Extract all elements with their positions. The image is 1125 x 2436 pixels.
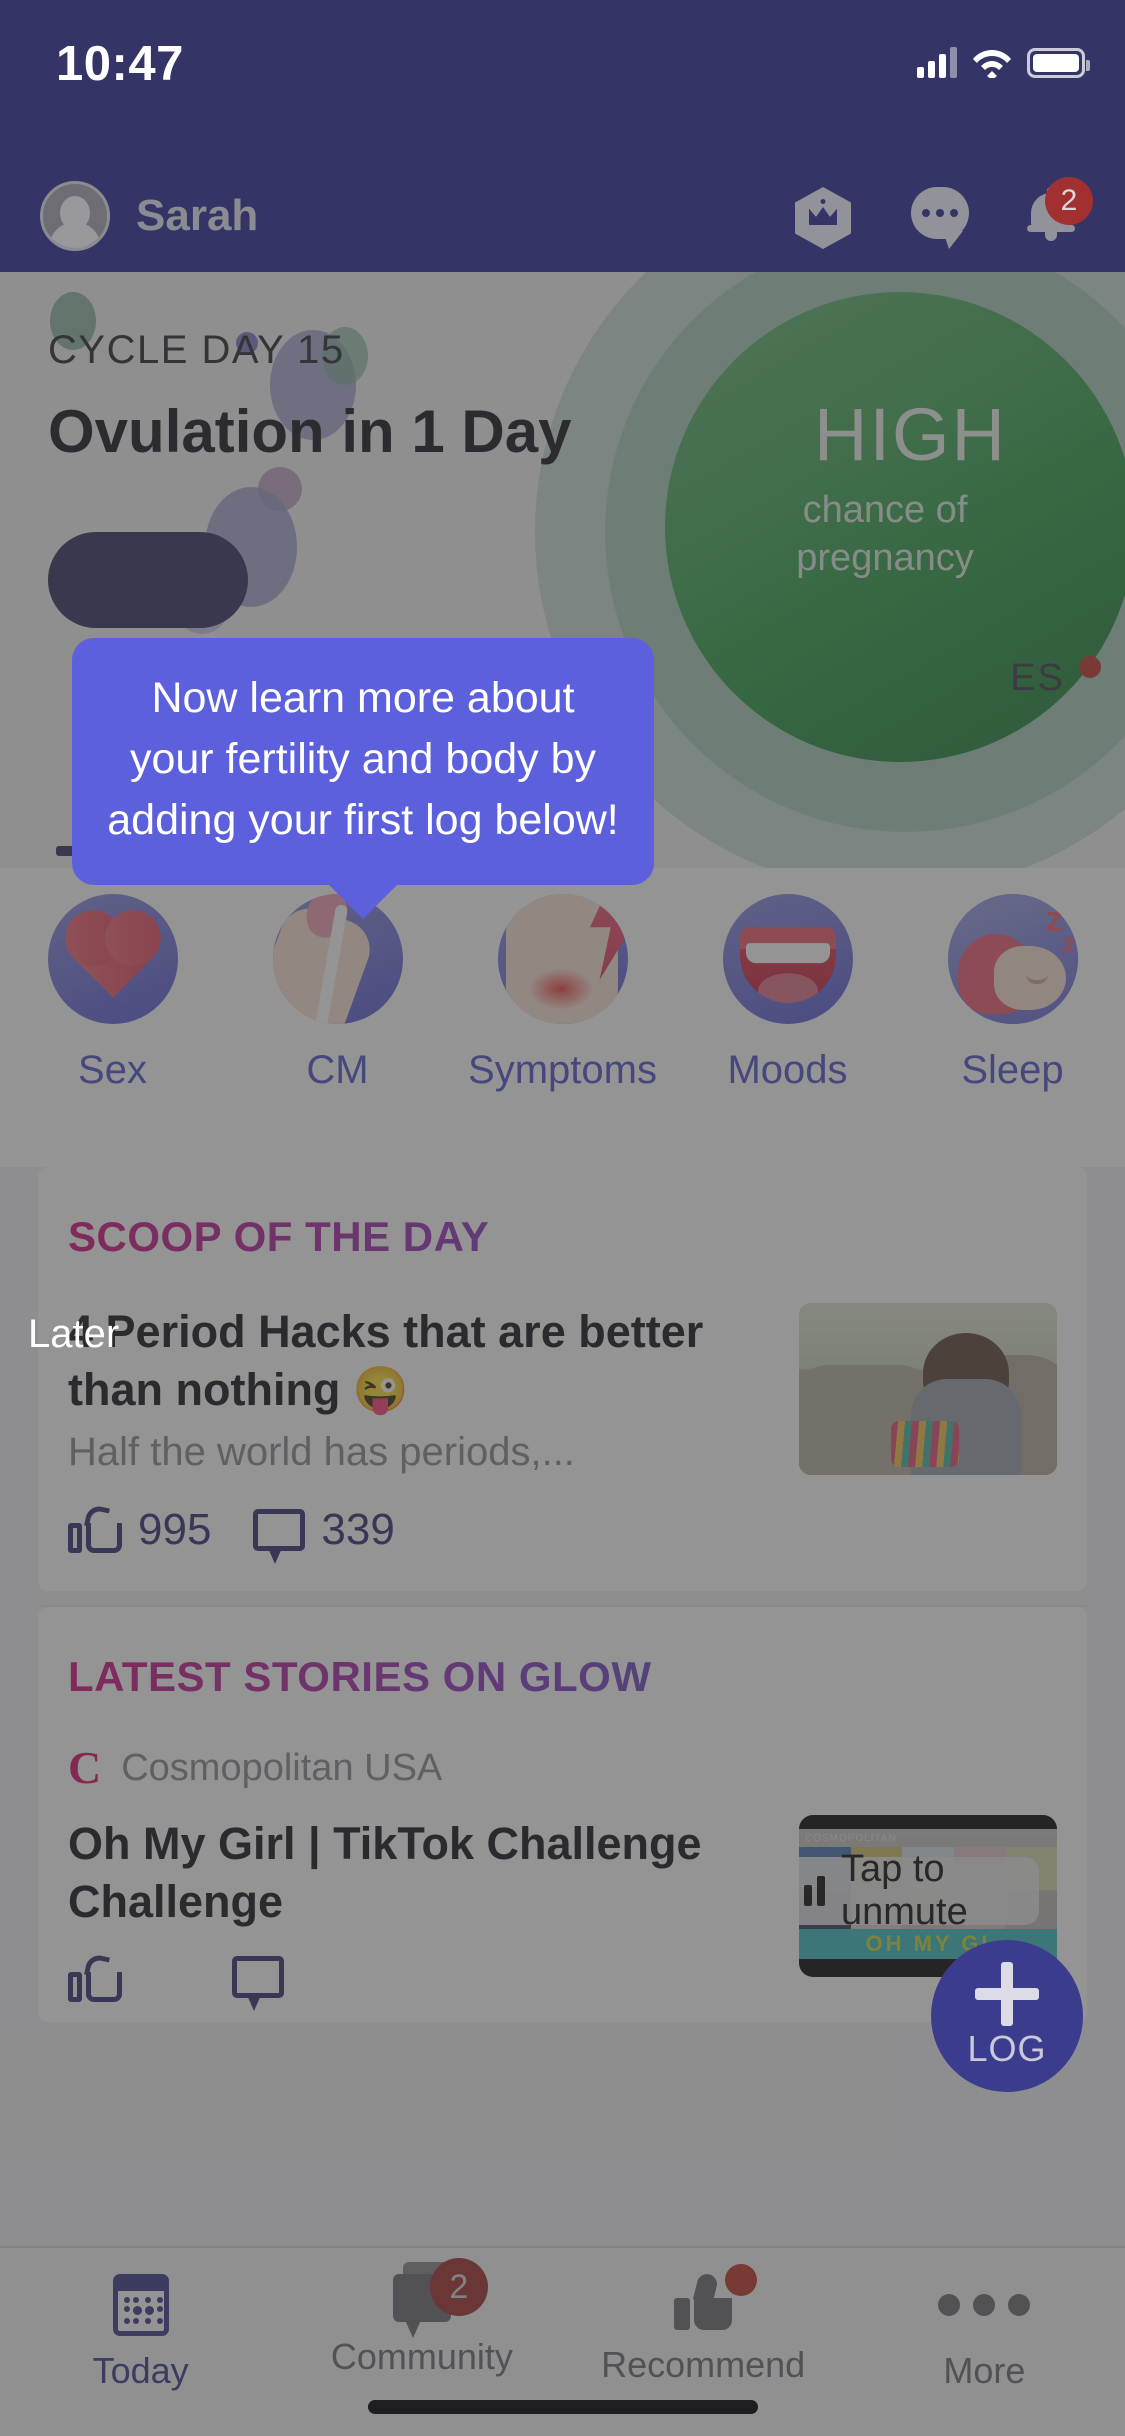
status-bar: 10:47 — [0, 0, 1125, 160]
premium-crown-icon[interactable] — [795, 187, 853, 249]
wifi-icon — [971, 46, 1013, 80]
app-screen: 10:47 Sarah 2 Now learn more about your … — [0, 0, 1125, 2436]
status-icons — [917, 44, 1090, 80]
status-time: 10:47 — [56, 37, 184, 91]
avatar[interactable] — [40, 181, 110, 251]
cellular-signal-icon — [917, 44, 957, 78]
notification-badge: 2 — [1045, 177, 1093, 225]
log-fab-button[interactable]: LOG — [931, 1940, 1083, 2092]
plus-icon — [975, 1962, 1039, 2026]
notification-bell-icon[interactable]: 2 — [1027, 177, 1093, 245]
home-indicator — [367, 2400, 758, 2414]
log-fab-label: LOG — [967, 2028, 1047, 2069]
app-header: Sarah 2 — [0, 160, 1125, 272]
onboarding-tooltip[interactable]: Now learn more about your fertility and … — [72, 638, 654, 920]
tooltip-message: Now learn more about your fertility and … — [107, 674, 619, 845]
chat-bubble-icon[interactable] — [911, 187, 969, 245]
tooltip-dismiss-later[interactable]: Later — [28, 1312, 119, 1357]
header-actions: 2 — [795, 177, 1093, 249]
onboarding-dim-overlay[interactable] — [0, 160, 1125, 2436]
battery-icon — [1027, 48, 1090, 78]
username-label: Sarah — [136, 191, 259, 240]
tooltip-arrow — [327, 883, 399, 920]
